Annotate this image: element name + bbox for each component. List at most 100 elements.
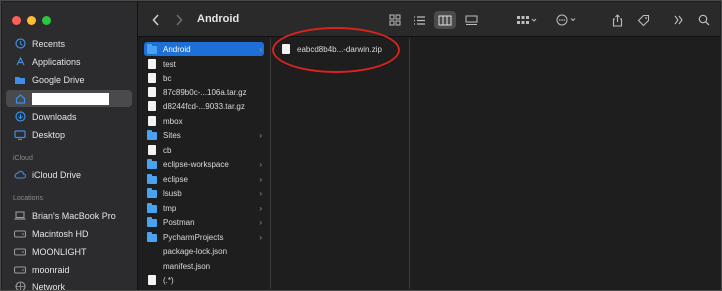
- sidebar-item-home[interactable]: [6, 90, 132, 107]
- list-item[interactable]: Postman ›: [144, 215, 264, 229]
- sidebar-item-label: Brian's MacBook Pro: [32, 210, 116, 221]
- file-name: test: [163, 59, 176, 69]
- list-item[interactable]: PycharmProjects ›: [144, 230, 264, 244]
- file-name: eclipse-workspace: [163, 159, 229, 169]
- disk-icon: [14, 264, 26, 276]
- sidebar-section-locations: Locations: [13, 195, 43, 202]
- folder-icon: [147, 231, 157, 242]
- group-by-button[interactable]: [514, 11, 540, 29]
- folder-icon: [14, 74, 26, 86]
- sidebar-item-label: iCloud Drive: [32, 169, 82, 180]
- chevron-right-icon: ›: [259, 203, 262, 213]
- search-icon: [698, 14, 710, 26]
- list-item[interactable]: Android ›: [144, 42, 264, 56]
- folder-icon: [147, 173, 157, 184]
- clock-icon: [14, 38, 26, 50]
- file-name: cb: [163, 145, 172, 155]
- file-name: d8244fcd-...9033.tar.gz: [163, 101, 245, 111]
- list-item[interactable]: mbox: [144, 114, 264, 128]
- document-icon: [148, 275, 156, 285]
- file-name: 87c89b0c-...106a.tar.gz: [163, 87, 247, 97]
- group-icon: [517, 15, 537, 24]
- folder-icon: [147, 129, 157, 140]
- sidebar-item-label: Network: [32, 281, 66, 291]
- list-item[interactable]: Sites ›: [144, 128, 264, 142]
- file-name: manifest.json: [163, 261, 211, 271]
- file-name: lsusb: [163, 188, 182, 198]
- gallery-view-button[interactable]: [462, 11, 480, 29]
- forward-button[interactable]: [171, 11, 187, 29]
- file-name: Sites: [163, 130, 181, 140]
- chevron-right-icon: ›: [259, 130, 262, 140]
- list-view-button[interactable]: [410, 11, 428, 29]
- list-item[interactable]: test: [144, 57, 264, 71]
- close-window-button[interactable]: [12, 16, 21, 25]
- sidebar-section-icloud: iCloud: [13, 155, 33, 162]
- redacted-username: [32, 92, 109, 105]
- sidebar-item-downloads[interactable]: Downloads: [6, 108, 132, 125]
- home-icon: [14, 93, 26, 105]
- folder-icon: [147, 187, 157, 198]
- sidebar-item-moonlight[interactable]: MOONLIGHT: [6, 243, 132, 260]
- disk-icon: [14, 228, 26, 240]
- list-item[interactable]: eclipse-workspace ›: [144, 157, 264, 171]
- applications-icon: [14, 56, 26, 68]
- list-item[interactable]: 87c89b0c-...106a.tar.gz: [144, 85, 264, 99]
- document-icon: [148, 87, 156, 97]
- list-item[interactable]: lsusb ›: [144, 186, 264, 200]
- list-item[interactable]: package-lock.json: [144, 244, 264, 258]
- folder-icon: [147, 216, 157, 227]
- document-icon: [148, 101, 156, 111]
- search-button[interactable]: [696, 11, 712, 29]
- file-name: eclipse: [163, 174, 188, 184]
- action-menu-button[interactable]: [554, 11, 580, 29]
- file-name: tmp: [163, 203, 177, 213]
- cloud-icon: [14, 169, 26, 181]
- sidebar-item-label: Downloads: [32, 111, 77, 122]
- list-item[interactable]: eclipse ›: [144, 172, 264, 186]
- column-home: Android › test bc 87c89b0c-...106a.tar.g…: [138, 38, 271, 289]
- chevron-right-icon: [176, 14, 183, 26]
- sidebar-item-applications[interactable]: Applications: [6, 53, 132, 70]
- finder-window: Recents Applications Google Drive Downlo…: [0, 0, 722, 291]
- sidebar-item-label: MOONLIGHT: [32, 246, 87, 257]
- file-name: (.*): [163, 275, 174, 285]
- sidebar-item-macbook[interactable]: Brian's MacBook Pro: [6, 207, 132, 224]
- sidebar-item-network[interactable]: Network: [6, 278, 132, 291]
- annotation-circle: [272, 27, 400, 73]
- list-item[interactable]: d8244fcd-...9033.tar.gz: [144, 99, 264, 113]
- list-icon: [413, 15, 425, 25]
- sidebar: Recents Applications Google Drive Downlo…: [2, 2, 138, 291]
- sidebar-item-macintosh-hd[interactable]: Macintosh HD: [6, 225, 132, 242]
- sidebar-item-moonraid[interactable]: moonraid: [6, 261, 132, 278]
- window-title: Android: [197, 13, 240, 25]
- column-view-button[interactable]: [434, 11, 456, 29]
- sidebar-item-icloud-drive[interactable]: iCloud Drive: [6, 166, 132, 183]
- sidebar-item-label: Applications: [32, 56, 81, 67]
- share-icon: [612, 13, 622, 27]
- zoom-window-button[interactable]: [42, 16, 51, 25]
- share-button[interactable]: [608, 11, 626, 29]
- laptop-icon: [14, 210, 26, 222]
- back-button[interactable]: [148, 11, 164, 29]
- list-item[interactable]: bc: [144, 71, 264, 85]
- sidebar-item-desktop[interactable]: Desktop: [6, 126, 132, 143]
- icon-view-button[interactable]: [386, 11, 404, 29]
- gallery-icon: [465, 15, 477, 25]
- toolbar: Android: [138, 2, 720, 37]
- disk-icon: [14, 246, 26, 258]
- list-item[interactable]: manifest.json: [144, 259, 264, 273]
- file-name: mbox: [163, 116, 183, 126]
- columns-icon: [438, 15, 452, 25]
- list-item[interactable]: tmp ›: [144, 201, 264, 215]
- list-item[interactable]: (.*): [144, 273, 264, 287]
- sidebar-item-google-drive[interactable]: Google Drive: [6, 71, 132, 88]
- list-item[interactable]: cb: [144, 143, 264, 157]
- minimize-window-button[interactable]: [27, 16, 36, 25]
- folder-icon: [147, 202, 157, 213]
- tag-button[interactable]: [634, 11, 652, 29]
- chevron-right-icon: ›: [259, 232, 262, 242]
- sidebar-item-recents[interactable]: Recents: [6, 35, 132, 52]
- file-name: package-lock.json: [163, 246, 228, 256]
- more-chevron-button[interactable]: [672, 11, 684, 29]
